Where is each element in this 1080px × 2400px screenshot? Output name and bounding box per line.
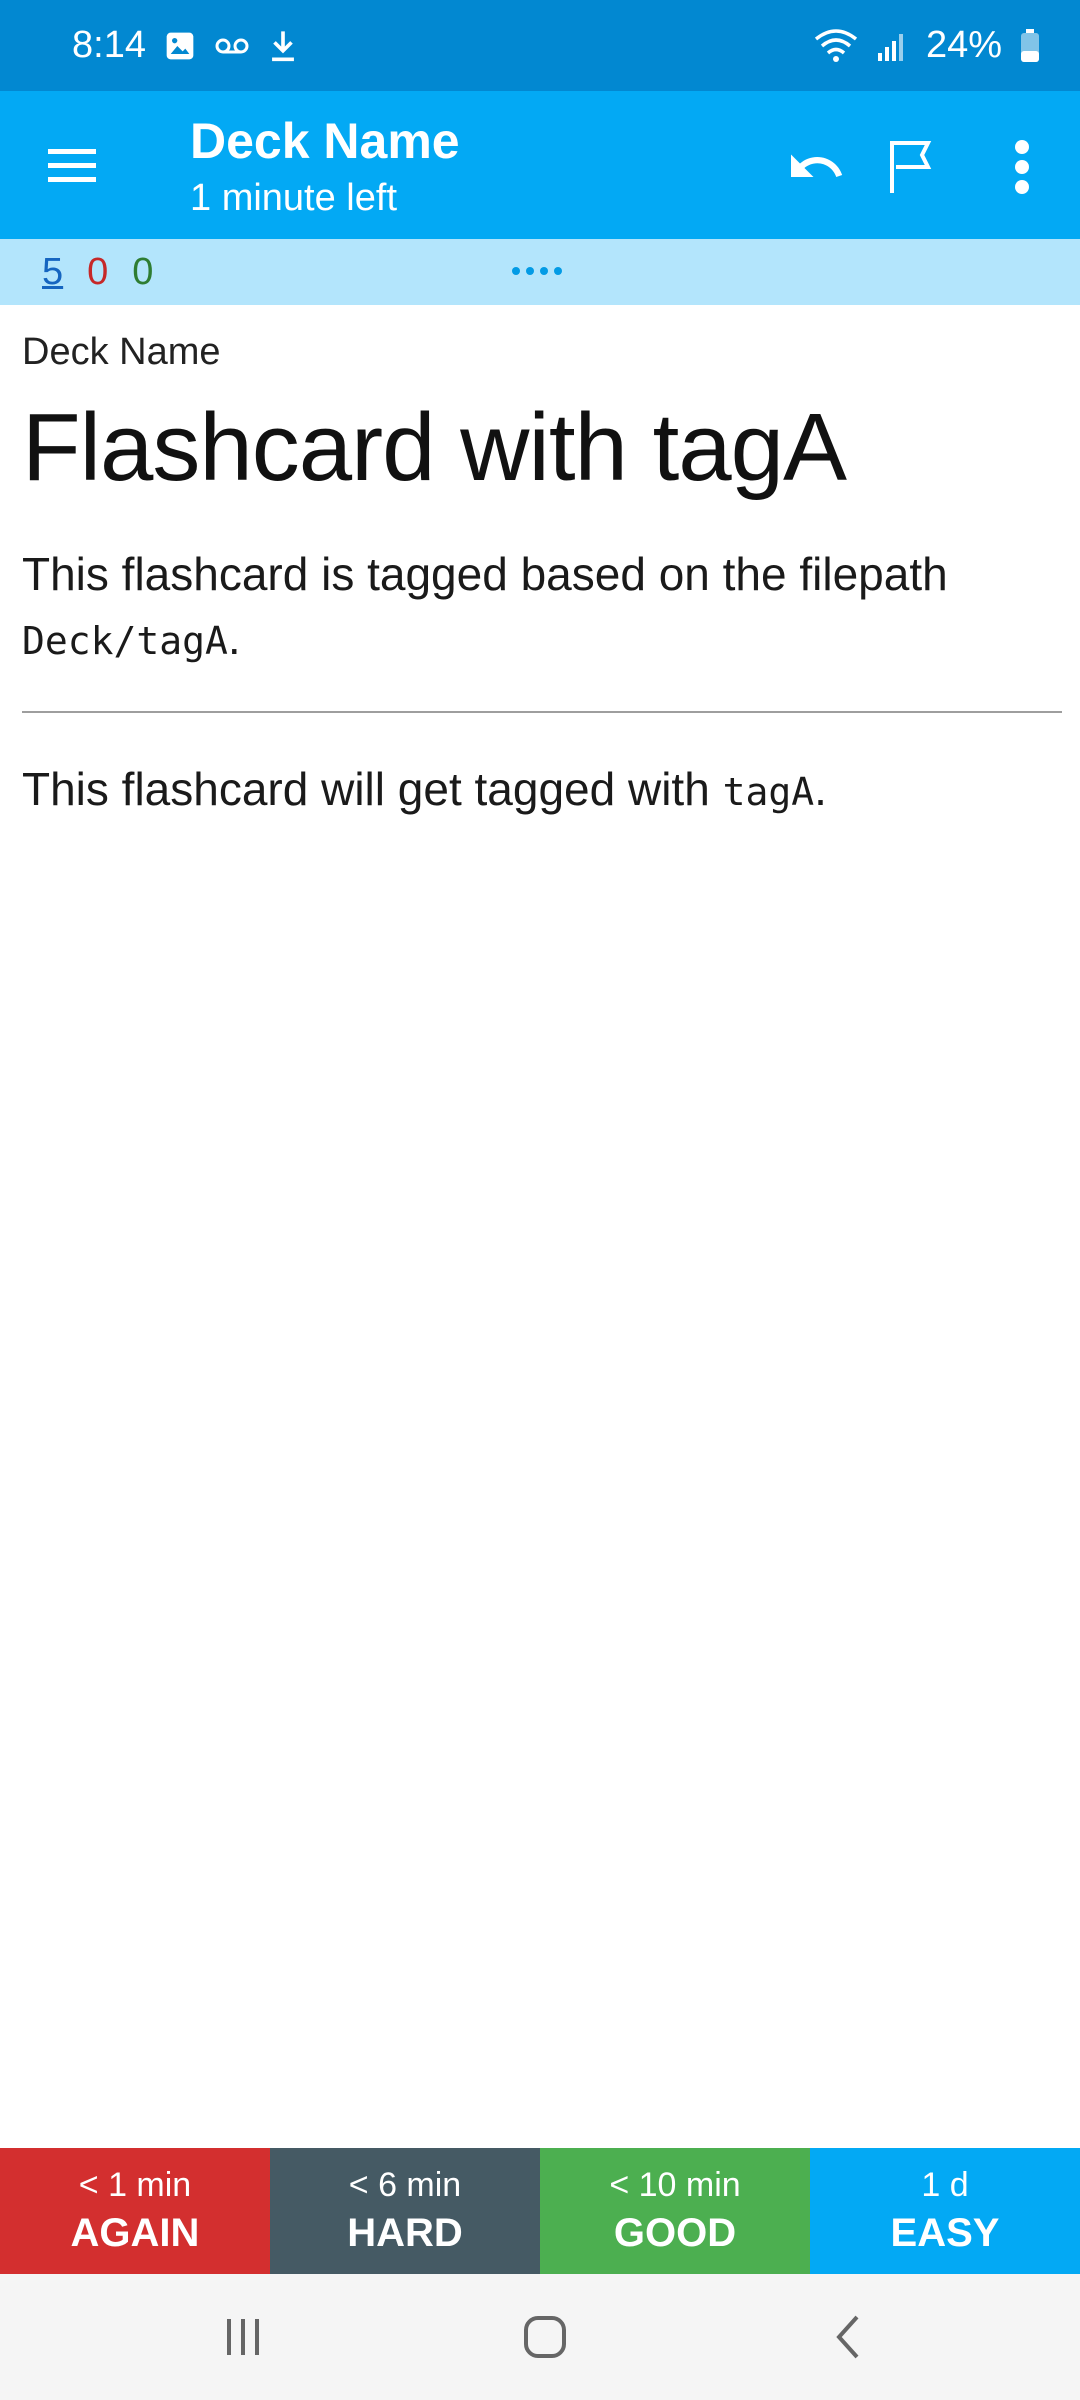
flag-button[interactable] — [876, 131, 948, 203]
battery-icon — [1020, 28, 1040, 63]
more-vert-icon — [1015, 140, 1029, 194]
question-text: This flashcard is tagged based on the fi… — [22, 542, 1062, 673]
recents-icon — [227, 2319, 259, 2355]
deck-title: Deck Name — [190, 113, 460, 169]
more-options-button[interactable] — [986, 131, 1058, 203]
back-icon — [836, 2315, 859, 2359]
answer-code: tagA — [722, 770, 815, 814]
signal-icon — [876, 31, 908, 61]
good-label: GOOD — [613, 2211, 737, 2255]
deck-label: Deck Name — [22, 331, 221, 373]
menu-button[interactable] — [40, 133, 104, 197]
home-button[interactable] — [512, 2304, 578, 2370]
learning-count: 0 — [87, 250, 109, 293]
card-heading: Flashcard with tagA — [22, 394, 847, 501]
good-button[interactable]: < 10 min GOOD — [540, 2148, 810, 2274]
card-content: Deck Name Flashcard with tagA This flash… — [22, 320, 1062, 824]
answer-divider — [22, 711, 1062, 713]
question-text-pre: This flashcard is tagged based on the fi… — [22, 548, 948, 600]
answer-text-pre: This flashcard will get tagged with — [22, 763, 723, 815]
undo-icon — [791, 154, 843, 177]
status-time: 8:14 — [72, 24, 146, 66]
image-icon — [164, 30, 196, 62]
review-count: 0 — [132, 250, 154, 293]
menu-icon — [48, 149, 96, 182]
again-interval: < 1 min — [78, 2166, 192, 2204]
again-button[interactable]: < 1 min AGAIN — [0, 2148, 270, 2274]
back-button[interactable] — [816, 2304, 882, 2370]
status-bar: 8:14 24% — [0, 0, 1080, 91]
card-counts: 5 0 0 — [42, 251, 153, 294]
wifi-icon — [814, 28, 858, 63]
download-icon — [268, 29, 298, 63]
time-left-subtitle: 1 minute left — [190, 177, 397, 219]
status-right: 24% — [814, 24, 1040, 67]
app-bar: Deck Name 1 minute left — [0, 91, 1080, 239]
system-nav-bar — [0, 2274, 1080, 2400]
easy-interval: 1 d — [921, 2166, 969, 2204]
answer-buttons: < 1 min AGAIN < 6 min HARD < 10 min GOOD… — [0, 2148, 1080, 2274]
hard-interval: < 6 min — [348, 2166, 462, 2204]
easy-label: EASY — [890, 2211, 1000, 2255]
voicemail-icon — [214, 34, 250, 58]
good-interval: < 10 min — [609, 2166, 741, 2204]
answer-text: This flashcard will get tagged with tagA… — [22, 757, 1062, 824]
answer-text-post: . — [814, 763, 827, 815]
battery-percent: 24% — [925, 24, 1002, 66]
hard-button[interactable]: < 6 min HARD — [270, 2148, 540, 2274]
recents-button[interactable] — [210, 2304, 276, 2370]
card-counts-bar: 5 0 0 — [0, 239, 1080, 305]
again-label: AGAIN — [70, 2211, 200, 2255]
undo-button[interactable] — [780, 131, 852, 203]
question-text-post: . — [227, 612, 241, 664]
flag-icon — [890, 141, 932, 193]
status-left: 8:14 — [72, 24, 298, 67]
drag-handle-icon[interactable] — [512, 267, 562, 275]
question-code: Deck/tagA — [22, 619, 228, 663]
home-icon — [524, 2316, 566, 2358]
new-count: 5 — [42, 250, 64, 293]
title-block: Deck Name 1 minute left — [190, 109, 460, 223]
hard-label: HARD — [347, 2211, 463, 2255]
easy-button[interactable]: 1 d EASY — [810, 2148, 1080, 2274]
